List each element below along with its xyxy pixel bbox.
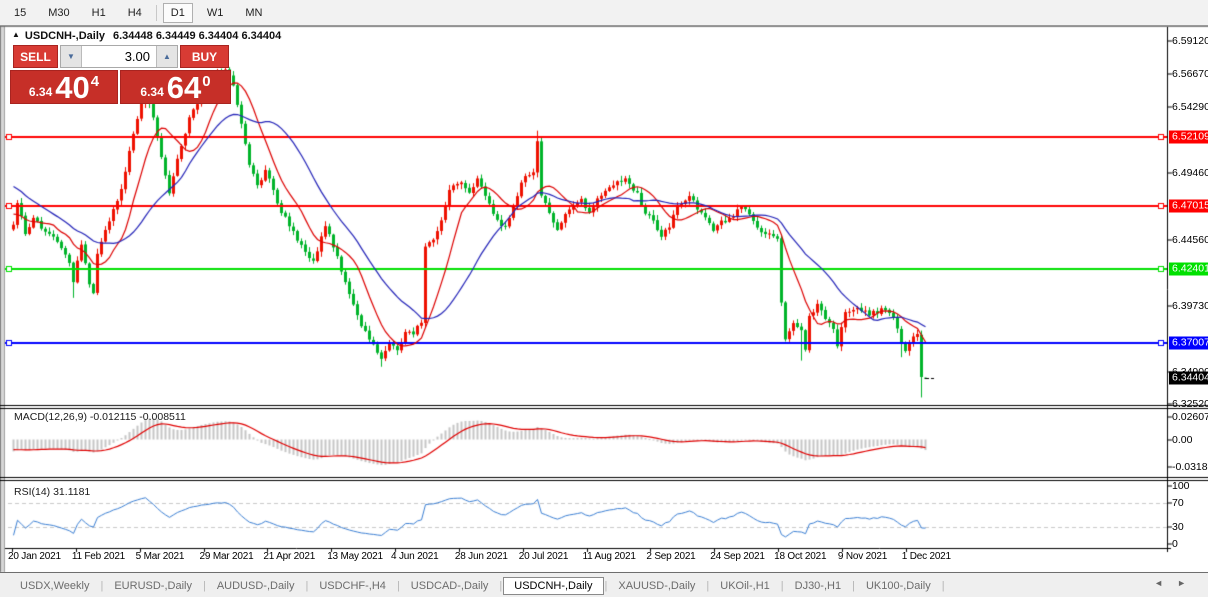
date-axis-label: 18 Oct 2021	[774, 551, 827, 562]
macd-indicator-label: MACD(12,26,9) -0.012115 -0.008511	[14, 411, 186, 423]
date-axis-label: 21 Apr 2021	[263, 551, 316, 562]
volume-decrease-icon[interactable]: ▼	[61, 46, 82, 67]
sell-button[interactable]: SELL	[13, 45, 58, 68]
timeframe-button-h1[interactable]: H1	[84, 3, 114, 23]
symbol-tab-usdcnh[interactable]: USDCNH-,Daily	[503, 576, 604, 595]
hline-price-label: 6.37007	[1169, 336, 1208, 350]
symbol-tab-usdcad[interactable]: USDCAD-,Daily	[401, 577, 499, 595]
buy-price-box[interactable]: 6.34 64 0	[120, 70, 231, 104]
symbol-tab-usdchf[interactable]: USDCHF-,H4	[309, 577, 396, 595]
price-axis-tick: 6.32520	[1172, 397, 1208, 410]
timeframe-toolbar: 15 M30 H1 H4 D1 W1 MN	[0, 0, 1208, 26]
volume-spinner: ▼ ▲	[60, 45, 178, 68]
price-axis-tick: 6.56670	[1172, 68, 1208, 81]
tab-divider: |	[780, 579, 784, 592]
buy-price-prefix: 6.34	[140, 85, 164, 99]
volume-input[interactable]	[82, 46, 156, 67]
rsi-axis-tick: 0	[1172, 538, 1178, 550]
date-axis-label: 11 Feb 2021	[71, 551, 126, 562]
date-axis-label: 1 Dec 2021	[901, 551, 951, 562]
buy-price-pip: 0	[202, 73, 211, 90]
sell-price-pip: 4	[90, 73, 100, 90]
price-axis-tick: 6.54290	[1172, 100, 1208, 113]
current-price-label: 6.34404	[1169, 371, 1208, 385]
tab-scroll-right-icon[interactable]: ►	[1177, 578, 1200, 588]
one-click-trading-panel: SELL ▼ ▲ BUY 6.34 40 4 6.34 64 0	[10, 45, 232, 104]
buy-button[interactable]: BUY	[180, 45, 229, 68]
date-axis-label: 24 Sep 2021	[710, 551, 765, 562]
trade-controls-row: SELL ▼ ▲ BUY	[10, 45, 232, 68]
date-axis-label: 13 May 2021	[327, 551, 383, 562]
price-axis-tick: 6.39730	[1172, 299, 1208, 312]
tab-divider: |	[202, 579, 206, 592]
date-axis-label: 20 Jan 2021	[8, 551, 61, 562]
hline-price-label: 6.42401	[1169, 262, 1208, 276]
hline-price-label: 6.52109	[1169, 130, 1208, 144]
trade-prices-row: 6.34 40 4 6.34 64 0	[10, 70, 232, 104]
rsi-axis-tick: 100	[1172, 480, 1190, 492]
chart-title: ▲ USDCNH-,Daily 6.34448 6.34449 6.34404 6.…	[12, 30, 281, 42]
timeframe-button-w1[interactable]: W1	[199, 3, 232, 23]
macd-axis-tick: 0.00	[1172, 433, 1193, 446]
symbol-tab-usdx[interactable]: USDX,Weekly	[10, 577, 99, 595]
macd-axis-tick: 0.02607	[1172, 411, 1208, 423]
price-axis-tick: 6.44560	[1172, 233, 1208, 246]
sell-price-box[interactable]: 6.34 40 4	[10, 70, 118, 104]
date-axis-label: 20 Jul 2021	[518, 551, 569, 562]
symbol-tab-dj30[interactable]: DJ30-,H1	[785, 577, 851, 595]
ohlc-values: 6.34448 6.34449 6.34404 6.34404	[113, 30, 282, 42]
date-axis-label: 2 Sep 2021	[646, 551, 696, 562]
date-axis-label: 29 Mar 2021	[199, 551, 254, 562]
sell-price-prefix: 6.34	[28, 85, 53, 99]
macd-axis-tick: -0.03187	[1172, 461, 1208, 473]
timeframe-button-15[interactable]: 15	[6, 3, 34, 23]
tab-scroll-left-icon[interactable]: ◄	[1154, 578, 1177, 588]
buy-price-big: 64	[166, 70, 202, 105]
price-axis-tick: 6.59120	[1172, 35, 1208, 47]
tab-divider: |	[100, 579, 104, 592]
sell-price-big: 40	[55, 70, 90, 105]
symbol-tab-ukoil[interactable]: UKOil-,H1	[710, 577, 780, 595]
tab-divider: |	[706, 579, 710, 592]
symbol-period-label: USDCNH-,Daily	[24, 30, 105, 42]
timeframe-button-m30[interactable]: M30	[40, 3, 77, 23]
collapse-panel-icon[interactable]: ▲	[12, 30, 20, 39]
timeframe-button-mn[interactable]: MN	[237, 3, 270, 23]
tab-divider: |	[852, 579, 855, 592]
symbol-tab-xauusd[interactable]: XAUUSD-,Daily	[608, 577, 705, 595]
volume-increase-icon[interactable]: ▲	[156, 46, 177, 67]
date-axis-label: 9 Nov 2021	[837, 551, 888, 562]
tab-divider: |	[499, 579, 503, 592]
date-axis-label: 28 Jun 2021	[454, 551, 508, 562]
symbol-tab-eurusd[interactable]: EURUSD-,Daily	[104, 577, 202, 595]
price-axis-tick: 6.49460	[1172, 166, 1208, 179]
tab-divider: |	[305, 579, 309, 592]
symbol-tab-bar: USDX,Weekly | EURUSD-,Daily | AUDUSD-,Daily |…	[0, 572, 1208, 597]
mt4-window: 15 M30 H1 H4 D1 W1 MN ▲ USDCNH-,Daily 6.34448 6.…	[0, 0, 1208, 597]
toolbar-group-separator	[155, 4, 157, 21]
timeframe-button-d1[interactable]: D1	[162, 2, 193, 23]
rsi-indicator-label: RSI(14) 31.1181	[14, 486, 91, 498]
symbol-tab-audusd[interactable]: AUDUSD-,Daily	[207, 577, 305, 595]
timeframe-button-h4[interactable]: H4	[120, 3, 150, 23]
date-axis-label: 5 Mar 2021	[135, 551, 185, 562]
tab-scroll-arrows: ◄►	[1154, 578, 1200, 588]
date-axis-label: 4 Jun 2021	[391, 551, 439, 562]
symbol-tab-uk100[interactable]: UK100-,Daily	[856, 577, 941, 595]
tab-divider: |	[941, 579, 945, 592]
rsi-axis-tick: 70	[1172, 497, 1184, 510]
rsi-axis-tick: 30	[1172, 520, 1184, 533]
tab-divider: |	[604, 579, 608, 592]
tab-divider: |	[396, 579, 400, 592]
hline-price-label: 6.47015	[1169, 199, 1208, 213]
date-axis-label: 11 Aug 2021	[582, 551, 636, 562]
